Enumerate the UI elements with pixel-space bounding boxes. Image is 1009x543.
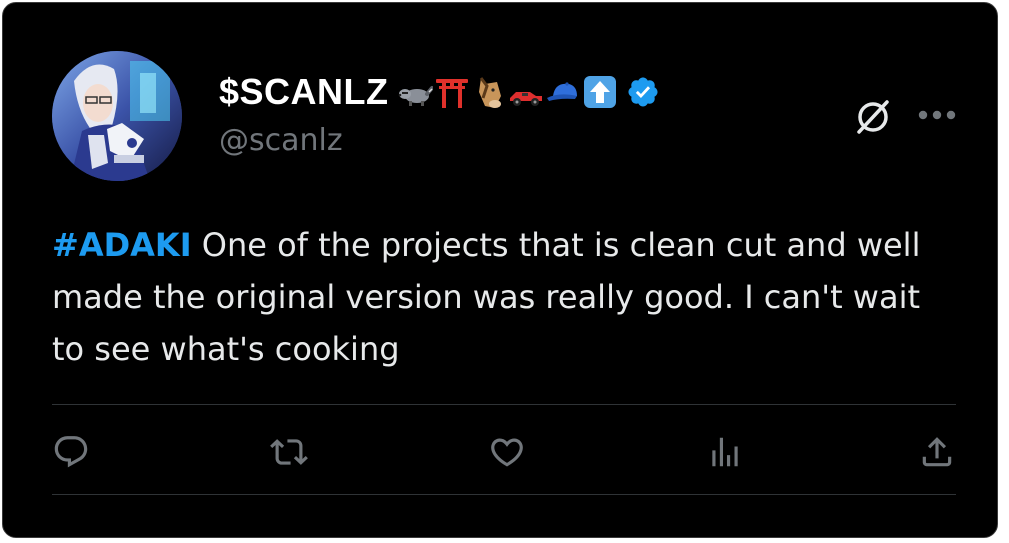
divider-top	[52, 404, 956, 405]
reply-button[interactable]	[52, 433, 90, 471]
tweet-text: #ADAKI One of the projects that is clean…	[52, 219, 952, 375]
more-dots-icon[interactable]	[915, 99, 959, 131]
heart-icon	[491, 438, 523, 467]
share-button[interactable]	[918, 433, 956, 471]
share-icon	[922, 437, 952, 467]
name-emojis	[397, 74, 618, 110]
avatar[interactable]	[52, 51, 182, 181]
hashtag-link[interactable]: #ADAKI	[52, 226, 192, 264]
billed-cap-emoji	[546, 82, 577, 101]
up-arrow-emoji	[583, 76, 616, 108]
reply-icon	[54, 436, 88, 468]
grok-slash-circle-icon[interactable]	[853, 97, 893, 137]
views-button[interactable]	[706, 433, 744, 471]
divider-bottom	[52, 494, 956, 495]
torii-gate-emoji	[435, 79, 468, 108]
horse-face-emoji	[478, 77, 501, 108]
author-name-row[interactable]: $SCANLZ	[219, 69, 660, 115]
race-car-emoji	[509, 92, 542, 106]
tweet-card[interactable]: $SCANLZ @scanlz #ADAKI One of the projec…	[2, 2, 998, 538]
retweet-button[interactable]	[270, 433, 308, 471]
raccoon-emoji	[398, 86, 433, 106]
avatar-image	[52, 51, 182, 181]
action-bar	[52, 429, 956, 475]
views-bar-chart-icon	[712, 437, 738, 467]
like-button[interactable]	[488, 433, 526, 471]
author-handle[interactable]: @scanlz	[219, 123, 343, 158]
retweet-icon	[270, 439, 308, 465]
verified-badge-icon[interactable]	[626, 75, 660, 109]
display-name[interactable]: $SCANLZ	[219, 71, 389, 113]
